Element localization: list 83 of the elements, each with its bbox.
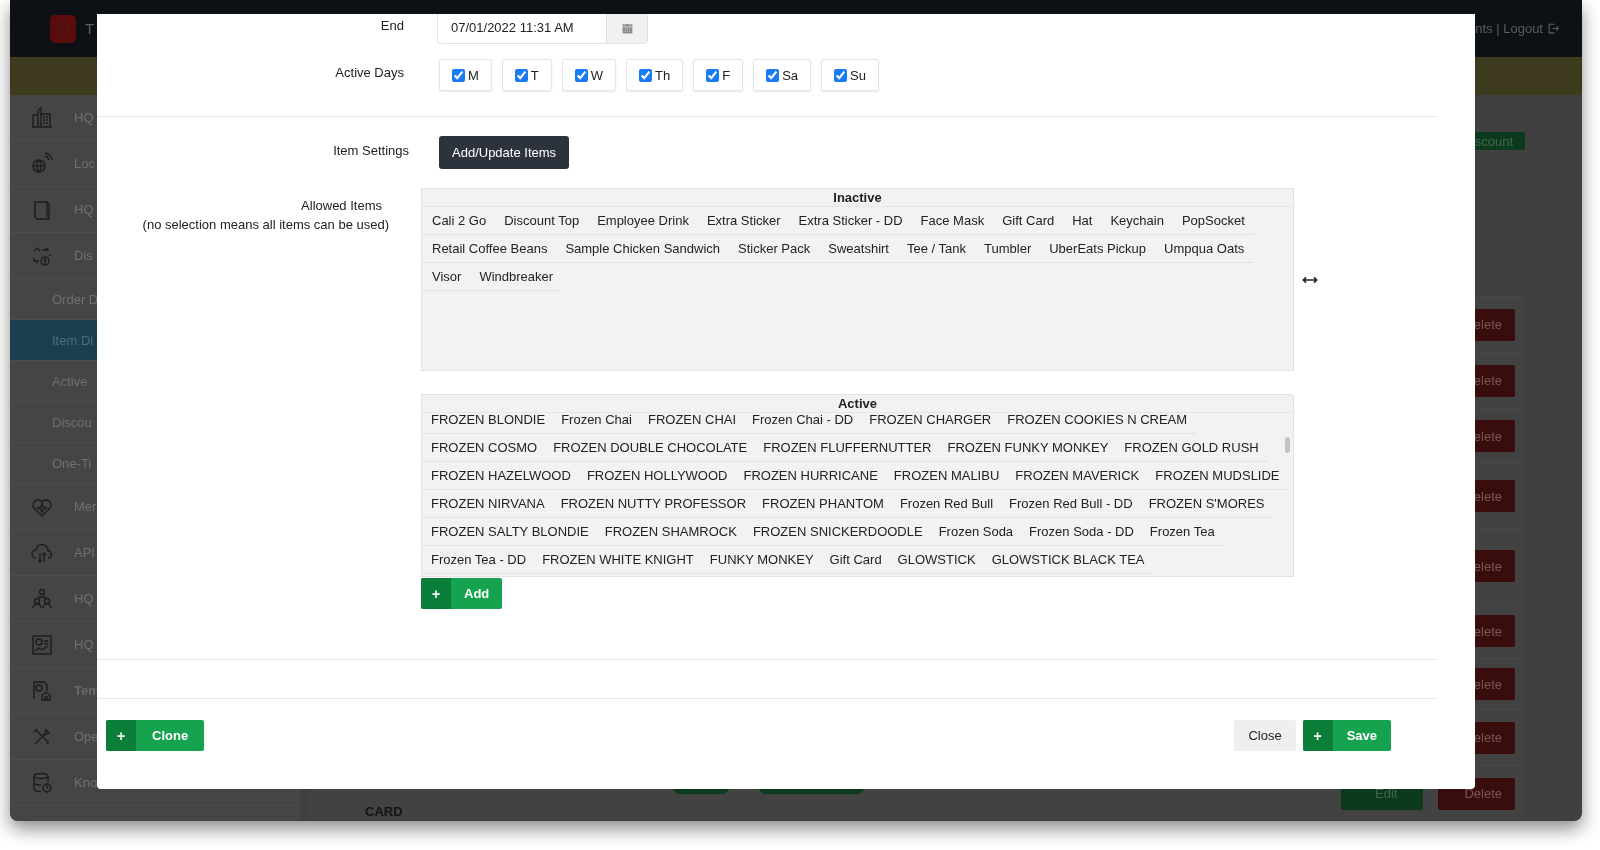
list-item[interactable]: Frozen Red Bull - DD [1001, 490, 1141, 518]
list-item[interactable]: Extra Sticker - DD [789, 207, 912, 235]
day-label: W [590, 67, 604, 83]
list-item[interactable]: Sweatshirt [819, 235, 898, 263]
list-item[interactable]: Tee / Tank [898, 235, 975, 263]
app-title: T [85, 20, 95, 37]
list-item[interactable]: FROZEN MALIBU [885, 462, 1008, 490]
list-title: Active [422, 395, 1293, 413]
day-label: T [530, 67, 539, 83]
day-option[interactable]: Th [626, 59, 684, 91]
hint-text: (no selection means all items can be used) [141, 216, 389, 234]
list-item[interactable]: FROZEN SHAMROCK [596, 518, 745, 546]
add-button[interactable]: + Add [421, 578, 503, 609]
list-item[interactable]: Retail Coffee Beans [423, 235, 557, 263]
day-option[interactable]: T [501, 59, 552, 91]
list-item[interactable]: Tumbler [975, 235, 1041, 263]
list-item[interactable]: FROZEN CHAI [639, 413, 745, 434]
day-label: Su [850, 67, 866, 83]
list-item[interactable]: Frozen Tea [1141, 518, 1223, 546]
day-option[interactable]: F [693, 59, 744, 91]
list-item[interactable]: Frozen Soda [930, 518, 1022, 546]
list-item[interactable]: FROZEN HOLLYWOOD [578, 462, 736, 490]
save-button[interactable]: + Save [1302, 720, 1391, 751]
list-item[interactable]: Extra Sticker [697, 207, 790, 235]
clone-button[interactable]: + Clone [106, 720, 205, 751]
list-item[interactable]: FROZEN MUDSLIDE [1147, 462, 1288, 490]
list-item[interactable]: Visor [423, 263, 471, 291]
day-label: Th [655, 67, 671, 83]
list-item[interactable]: FROZEN MAVERICK [1007, 462, 1148, 490]
list-item[interactable]: Discount Top [495, 207, 589, 235]
list-item[interactable]: FROZEN FLUFFERNUTTER [755, 434, 940, 462]
field-label: End [379, 17, 404, 33]
list-item[interactable]: Umpqua Oats [1155, 235, 1254, 263]
list-title: Inactive [422, 189, 1293, 207]
list-item[interactable]: Frozen Soda - DD [1021, 518, 1142, 546]
list-item[interactable]: Face Mask [911, 207, 994, 235]
day-label: F [722, 67, 731, 83]
list-item[interactable]: FROZEN CHARGER [861, 413, 1000, 434]
list-item[interactable]: FROZEN SNICKERDOODLE [744, 518, 931, 546]
day-label: Sa [782, 67, 799, 83]
list-item[interactable]: Frozen Red Bull [891, 490, 1002, 518]
list-item[interactable]: Hat [1063, 207, 1102, 235]
list-item[interactable]: FROZEN PHANTOM [754, 490, 892, 518]
day-option[interactable]: M [439, 59, 492, 91]
field-label: Active Days [334, 64, 404, 80]
add-update-items-button[interactable]: Add/Update Items [439, 136, 570, 169]
list-item[interactable]: Employee Drink [588, 207, 698, 235]
list-item[interactable]: FROZEN S'MORES [1140, 490, 1273, 518]
list-item[interactable]: FROZEN DOUBLE CHOCOLATE [545, 434, 756, 462]
list-item[interactable]: GLOWSTICK BLACK TEA [983, 546, 1153, 574]
list-item[interactable]: FROZEN NUTTY PROFESSOR [552, 490, 755, 518]
list-item[interactable]: FROZEN HURRICANE [735, 462, 886, 490]
date-field[interactable]: 07/01/2022 11:31 AM [437, 14, 648, 44]
list-item[interactable]: FROZEN BLONDIE [423, 413, 554, 434]
day-option[interactable]: Sa [753, 59, 812, 91]
list-item[interactable]: FROZEN SALTY BLONDIE [423, 518, 597, 546]
list-item[interactable]: Frozen Chai [553, 413, 640, 434]
list-item[interactable]: UberEats Pickup [1040, 235, 1156, 263]
list-item[interactable]: FROZEN WHITE KNIGHT [534, 546, 702, 574]
list-item[interactable]: FROZEN COOKIES N CREAM [999, 413, 1196, 434]
list-item[interactable]: FUNKY MONKEY [701, 546, 822, 574]
list-item[interactable]: Windbreaker [470, 263, 563, 291]
list-item[interactable]: GLOWSTICK [889, 546, 984, 574]
list-item[interactable]: Keychain [1101, 207, 1173, 235]
list-item[interactable]: Gift Card [821, 546, 890, 574]
day-option[interactable]: W [561, 59, 617, 91]
list-item[interactable]: Frozen Tea - DD [423, 546, 535, 574]
list-item[interactable]: FROZEN NIRVANA [423, 490, 553, 518]
day-label: M [468, 67, 479, 83]
day-option[interactable]: Su [821, 59, 879, 91]
field-label: Allowed Items [300, 197, 382, 215]
list-item[interactable]: Cali 2 Go [423, 207, 496, 235]
field-label: Item Settings [332, 142, 409, 158]
list-item[interactable]: Frozen Chai - DD [744, 413, 862, 434]
list-item[interactable]: Sticker Pack [729, 235, 820, 263]
list-item[interactable]: FROZEN FUNKY MONKEY [939, 434, 1117, 462]
list-item[interactable]: FROZEN COSMO [423, 434, 546, 462]
list-item[interactable]: Sample Chicken Sandwich [556, 235, 730, 263]
close-button[interactable]: Close [1234, 720, 1296, 751]
list-item[interactable]: FROZEN GOLD RUSH [1116, 434, 1267, 462]
list-item[interactable]: PopSocket [1172, 207, 1254, 235]
list-item[interactable]: FROZEN HAZELWOOD [423, 462, 579, 490]
list-item[interactable]: Gift Card [993, 207, 1064, 235]
